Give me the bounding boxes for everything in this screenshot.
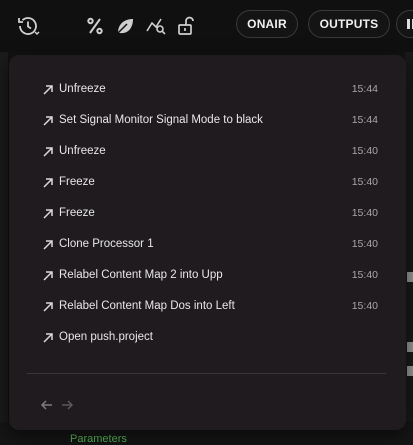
arrow-up-right-icon (42, 176, 54, 188)
background-left-panel (0, 52, 8, 445)
history-item-label: Open push.project (59, 331, 153, 343)
history-item-label: Unfreeze (59, 145, 106, 157)
arrow-up-right-icon (42, 238, 54, 250)
history-item-label: Clone Processor 1 (59, 238, 154, 250)
unlock-icon[interactable] (172, 12, 200, 40)
outputs-button[interactable]: OUTPUTS (308, 10, 390, 38)
arrow-up-right-icon (42, 114, 54, 126)
history-item-label: Freeze (59, 207, 95, 219)
top-toolbar: ONAIR OUTPUTS (0, 0, 413, 52)
history-item-time: 15:40 (351, 207, 378, 219)
history-item-label: Freeze (59, 176, 95, 188)
history-item[interactable]: Unfreeze 15:44 (42, 79, 378, 99)
arrow-up-right-icon (42, 300, 54, 312)
history-item[interactable]: Freeze 15:40 (42, 203, 378, 223)
back-arrow-icon[interactable] (40, 398, 54, 412)
history-clock-icon[interactable] (14, 12, 42, 40)
leaf-icon[interactable] (111, 12, 139, 40)
history-popup: Unfreeze 15:44 Set Signal Monitor Signal M… (9, 55, 406, 430)
history-item-time: 15:44 (351, 114, 378, 126)
arrow-up-right-icon (42, 207, 54, 219)
history-item-time: 15:40 (351, 238, 378, 250)
arrow-up-right-icon (42, 331, 54, 343)
divider (27, 373, 386, 374)
forward-arrow-icon[interactable] (60, 398, 74, 412)
history-item-time: 15:40 (351, 269, 378, 281)
history-item[interactable]: Clone Processor 1 15:40 (42, 234, 378, 254)
background-marker (407, 272, 413, 282)
arrow-up-right-icon (42, 83, 54, 95)
history-item-time: 15:44 (351, 83, 378, 95)
onair-button[interactable]: ONAIR (236, 10, 298, 38)
percent-icon[interactable] (81, 12, 109, 40)
pause-button[interactable] (396, 10, 413, 38)
chart-search-icon[interactable] (142, 12, 170, 40)
history-item-time: 15:40 (351, 300, 378, 312)
background-marker (407, 366, 413, 376)
history-item[interactable]: Relabel Content Map Dos into Left 15:40 (42, 296, 378, 316)
history-item-time: 15:40 (351, 145, 378, 157)
history-item[interactable]: Freeze 15:40 (42, 172, 378, 192)
arrow-up-right-icon (42, 145, 54, 157)
history-item-label: Relabel Content Map 2 into Upp (59, 269, 223, 281)
history-item-label: Relabel Content Map Dos into Left (59, 300, 235, 312)
background-marker (407, 342, 413, 352)
arrow-up-right-icon (42, 269, 54, 281)
history-item[interactable]: Relabel Content Map 2 into Upp 15:40 (42, 265, 378, 285)
background-right-panel (405, 52, 413, 445)
parameters-label: Parameters (70, 433, 127, 445)
history-item-label: Unfreeze (59, 83, 106, 95)
history-item-time: 15:40 (351, 176, 378, 188)
history-item[interactable]: Unfreeze 15:40 (42, 141, 378, 161)
history-item[interactable]: Open push.project (42, 327, 378, 347)
history-item-label: Set Signal Monitor Signal Mode to black (59, 114, 263, 126)
history-item[interactable]: Set Signal Monitor Signal Mode to black 1… (42, 110, 378, 130)
